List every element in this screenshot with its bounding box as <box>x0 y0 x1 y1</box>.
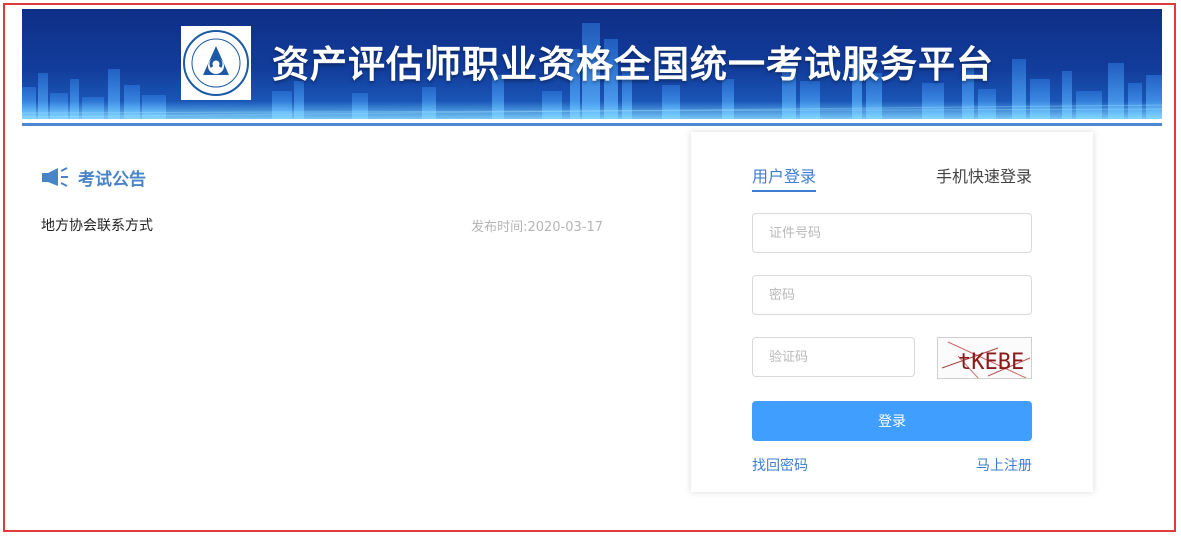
notice-header: 考试公告 <box>41 164 146 190</box>
captcha-image[interactable]: tKEBE <box>937 337 1032 379</box>
notice-item-date: 发布时间:2020-03-17 <box>471 219 603 235</box>
password-input[interactable] <box>752 275 1032 315</box>
register-link[interactable]: 马上注册 <box>976 455 1032 475</box>
tab-phone-login[interactable]: 手机快速登录 <box>936 166 1032 190</box>
banner-divider <box>22 123 1162 126</box>
id-number-input[interactable] <box>752 213 1032 253</box>
notice-title: 考试公告 <box>78 169 146 190</box>
association-logo <box>181 26 251 100</box>
forgot-password-link[interactable]: 找回密码 <box>752 455 808 475</box>
login-panel: 用户登录 手机快速登录 tKEBE 登录 找回密码 马上注册 <box>691 132 1093 492</box>
tab-user-login[interactable]: 用户登录 <box>752 166 817 192</box>
china-appraisal-society-logo-icon <box>183 30 249 96</box>
megaphone-icon <box>42 167 68 187</box>
captcha-noise: tKEBE <box>941 341 1031 378</box>
captcha-input[interactable] <box>752 337 915 377</box>
notice-list-item[interactable]: 地方协会联系方式 发布时间:2020-03-17 <box>41 214 603 236</box>
header-banner: 资产评估师职业资格全国统一考试服务平台 <box>22 9 1162 119</box>
notice-item-title[interactable]: 地方协会联系方式 <box>41 215 153 235</box>
platform-title: 资产评估师职业资格全国统一考试服务平台 <box>272 43 994 86</box>
login-button[interactable]: 登录 <box>752 401 1032 441</box>
captcha-text: tKEBE <box>958 350 1024 375</box>
